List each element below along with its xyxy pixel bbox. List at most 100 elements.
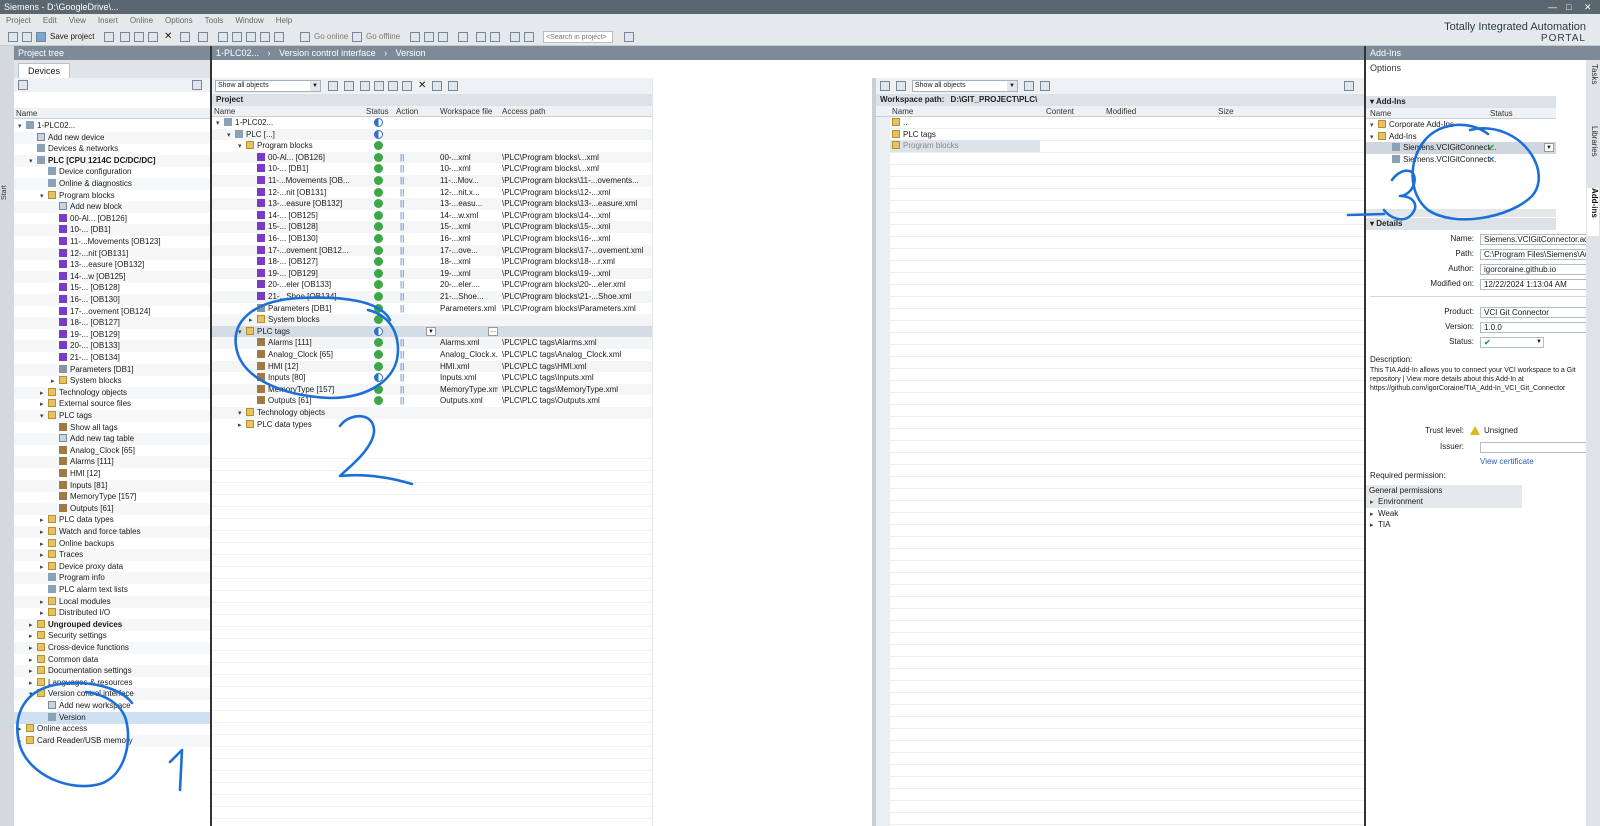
- workspace-sync-icon[interactable]: [1040, 81, 1050, 91]
- action-sync-icon[interactable]: ||: [400, 198, 404, 210]
- tree-item[interactable]: ▸ PLC data types: [14, 514, 210, 526]
- detail-version-field[interactable]: 1.0.0: [1480, 322, 1590, 333]
- chevron-down-icon[interactable]: ▼: [1007, 81, 1017, 91]
- grid-row[interactable]: 13-...easure [OB132] || 13-...easu... \PLC\…: [212, 198, 652, 211]
- action-sync-icon[interactable]: ||: [400, 175, 404, 187]
- action-sync-icon[interactable]: ||: [400, 384, 404, 396]
- col-access-path[interactable]: Access path: [502, 106, 546, 117]
- expanded-icon[interactable]: ▾: [238, 327, 246, 338]
- tree-item[interactable]: ▸ System blocks: [14, 375, 210, 387]
- menu-item[interactable]: Online: [130, 16, 153, 25]
- menu-item[interactable]: View: [69, 16, 86, 25]
- collapsed-icon[interactable]: ▸: [40, 608, 48, 619]
- action-sync-icon[interactable]: ||: [400, 268, 404, 280]
- issuer-field[interactable]: [1480, 442, 1590, 453]
- collapsed-icon[interactable]: ▸: [40, 539, 48, 550]
- tree-item[interactable]: 16-... [OB130]: [14, 294, 210, 306]
- tab-libraries[interactable]: Libraries: [1587, 126, 1599, 176]
- workspace-row[interactable]: PLC tags: [890, 129, 1040, 141]
- tree-item[interactable]: ▸ Traces: [14, 549, 210, 562]
- paste-icon[interactable]: [148, 32, 158, 42]
- grid-row[interactable]: 20-...eler [OB133] || 20-...eler.... \PLC\P…: [212, 279, 652, 292]
- simulation-icon[interactable]: [274, 32, 284, 42]
- grid-row[interactable]: MemoryType [157] || MemoryType.xml \PLC\PLC…: [212, 383, 652, 396]
- collapsed-icon[interactable]: ▸: [18, 736, 26, 747]
- collapsed-icon[interactable]: ▸: [1370, 520, 1378, 531]
- col-name[interactable]: Name: [214, 106, 235, 117]
- grid-row[interactable]: ▾ PLC tags ▼...: [212, 325, 652, 338]
- tree-item[interactable]: ▾ PLC tags: [14, 410, 210, 422]
- start-cpu-icon[interactable]: [424, 32, 434, 42]
- collapsed-icon[interactable]: ▸: [18, 724, 26, 735]
- tree-item[interactable]: Outputs [61]: [14, 502, 210, 515]
- expanded-icon[interactable]: ▾: [227, 130, 235, 141]
- search-icon[interactable]: [624, 32, 634, 42]
- addins-col-name[interactable]: Name: [1370, 108, 1391, 119]
- go-offline-icon[interactable]: [352, 32, 362, 42]
- split-editor-icon[interactable]: [218, 32, 228, 42]
- print-icon[interactable]: [104, 32, 114, 42]
- tree-item[interactable]: Inputs [81]: [14, 479, 210, 492]
- grid-row[interactable]: ▾ 1-PLC02...: [212, 117, 652, 129]
- addin-status-dropdown[interactable]: ▼: [1544, 143, 1554, 153]
- permission-item[interactable]: ▸ Environment: [1366, 496, 1522, 508]
- collapsed-icon[interactable]: ▸: [40, 562, 48, 573]
- open-project-icon[interactable]: [22, 32, 32, 42]
- tree-item[interactable]: Add new tag table: [14, 433, 210, 446]
- browse-button[interactable]: ...: [488, 326, 498, 336]
- compare-left-icon[interactable]: [388, 81, 398, 91]
- tree-item[interactable]: Add new block: [14, 201, 210, 214]
- grid-row[interactable]: Alarms [111] || Alarms.xml \PLC\PLC tags\Al…: [212, 337, 652, 350]
- tree-item[interactable]: ▸ Distributed I/O: [14, 607, 210, 619]
- copy-icon[interactable]: [134, 32, 144, 42]
- grid-row[interactable]: 17-...ovement [OB12... || 17-...ove... \PLC…: [212, 244, 652, 257]
- download-icon[interactable]: [246, 32, 256, 42]
- tree-item[interactable]: 12-...nit [OB131]: [14, 247, 210, 260]
- detail-product-field[interactable]: VCI Git Connector: [1480, 307, 1590, 318]
- tree-item[interactable]: ▸ Common data: [14, 654, 210, 666]
- collapsed-icon[interactable]: ▸: [40, 597, 48, 608]
- collapsed-icon[interactable]: ▸: [40, 515, 48, 526]
- go-online-button[interactable]: Go online: [314, 31, 348, 43]
- tree-item[interactable]: 10-... [DB1]: [14, 224, 210, 237]
- ws-col-name[interactable]: Name: [892, 106, 913, 117]
- tab-devices[interactable]: Devices: [18, 63, 70, 78]
- ws-col-content[interactable]: Content: [1046, 106, 1074, 117]
- permission-item[interactable]: ▸ TIA: [1366, 519, 1522, 531]
- tree-item[interactable]: 19-... [OB129]: [14, 329, 210, 341]
- tree-item[interactable]: 00-Al... [OB126]: [14, 213, 210, 225]
- expanded-icon[interactable]: ▾: [18, 121, 26, 132]
- tree-item[interactable]: Alarms [111]: [14, 456, 210, 469]
- upload-icon[interactable]: [260, 32, 270, 42]
- execute-actions-icon[interactable]: [432, 81, 442, 91]
- grid-row[interactable]: 00-Al... [OB126] || 00-...xml \PLC\Program …: [212, 151, 652, 164]
- tree-item[interactable]: Parameters [DB1]: [14, 363, 210, 376]
- grid-row[interactable]: ▾ Program blocks: [212, 140, 652, 153]
- menu-item[interactable]: Edit: [43, 16, 57, 25]
- tree-item[interactable]: Analog_Clock [65]: [14, 445, 210, 457]
- go-offline-button[interactable]: Go offline: [366, 31, 400, 43]
- redo-icon[interactable]: [198, 32, 208, 42]
- addin-tree-item[interactable]: ▾ Add-Ins: [1366, 131, 1556, 143]
- collapsed-icon[interactable]: ▸: [40, 527, 48, 538]
- tree-item[interactable]: ▸ Online backups: [14, 538, 210, 550]
- addins-col-status[interactable]: Status: [1490, 108, 1513, 119]
- action-sync-icon[interactable]: ||: [400, 152, 404, 164]
- project-filter-select[interactable]: Show all objects ▼: [215, 80, 321, 92]
- cut-icon[interactable]: [120, 32, 130, 42]
- view-certificate-link[interactable]: View certificate: [1480, 456, 1534, 468]
- workspace-filter-select[interactable]: Show all objects ▼: [912, 80, 1018, 92]
- detail-name-field[interactable]: Siemens.VCIGitConnector.addin: [1480, 234, 1590, 245]
- collapsed-icon[interactable]: ▸: [29, 666, 37, 677]
- grid-row[interactable]: ▾ PLC [...]: [212, 128, 652, 141]
- grid-row[interactable]: 16-... [OB130] || 16-...xml \PLC\Program bl…: [212, 233, 652, 245]
- collapsed-icon[interactable]: ▸: [29, 655, 37, 666]
- addins-hscrollbar[interactable]: [1366, 209, 1556, 217]
- action-sync-icon[interactable]: ||: [400, 163, 404, 175]
- grid-row[interactable]: 18-... [OB127] || 18-...xml \PLC\Program bl…: [212, 256, 652, 269]
- tree-item[interactable]: Online & diagnostics: [14, 178, 210, 190]
- expanded-icon[interactable]: ▾: [29, 689, 37, 700]
- tree-item[interactable]: ▾ 1-PLC02...: [14, 120, 210, 132]
- delete-icon[interactable]: ✕: [164, 31, 172, 42]
- compare-right-icon[interactable]: [402, 81, 412, 91]
